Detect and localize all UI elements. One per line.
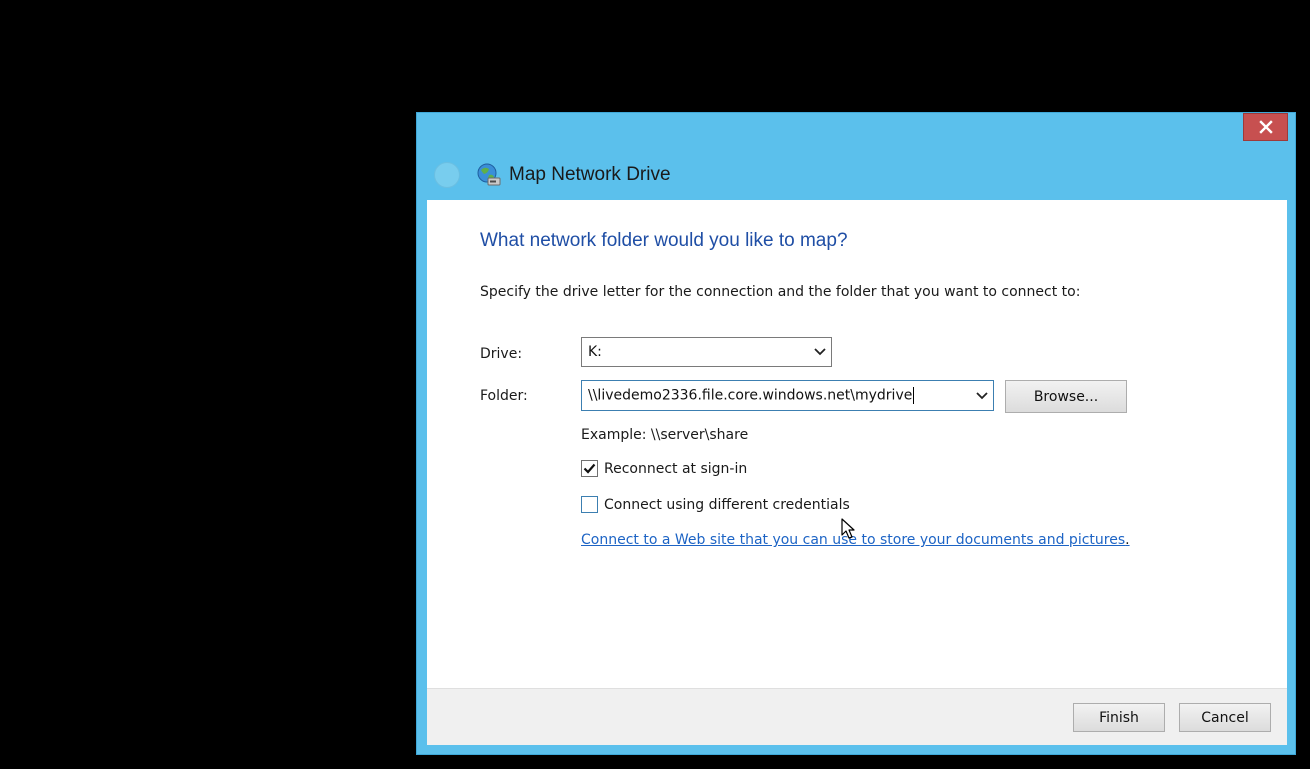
folder-label: Folder: (480, 388, 528, 404)
drive-select-value: K: (588, 344, 602, 360)
drive-label: Drive: (480, 346, 523, 362)
mouse-pointer-icon (841, 518, 855, 539)
browse-button[interactable]: Browse... (1005, 380, 1127, 413)
content-pane: What network folder would you like to ma… (427, 200, 1287, 688)
example-text: Example: \\server\share (581, 427, 749, 443)
text-caret (913, 387, 915, 404)
instruction-text: Specify the drive letter for the connect… (480, 284, 1081, 300)
dialog-title: Map Network Drive (509, 164, 671, 185)
cancel-button[interactable]: Cancel (1179, 703, 1271, 732)
close-button[interactable] (1243, 113, 1288, 141)
chevron-down-icon[interactable] (809, 338, 831, 366)
reconnect-label: Reconnect at sign-in (604, 460, 748, 477)
folder-input-value: \\livedemo2336.file.core.windows.net\myd… (588, 387, 915, 404)
credentials-label: Connect using different credentials (604, 496, 850, 513)
credentials-checkbox[interactable] (581, 496, 598, 513)
network-drive-icon (477, 163, 501, 186)
credentials-checkbox-row[interactable]: Connect using different credentials (581, 496, 850, 513)
map-network-drive-dialog: Map Network Drive What network folder wo… (416, 112, 1296, 755)
chevron-down-icon[interactable] (971, 381, 993, 410)
checkmark-icon (583, 463, 596, 474)
back-button[interactable] (434, 162, 460, 188)
close-icon (1258, 120, 1273, 134)
folder-input[interactable]: \\livedemo2336.file.core.windows.net\myd… (581, 380, 994, 411)
reconnect-checkbox-row[interactable]: Reconnect at sign-in (581, 460, 747, 477)
drive-select[interactable]: K: (581, 337, 832, 367)
page-heading: What network folder would you like to ma… (480, 230, 848, 251)
reconnect-checkbox[interactable] (581, 460, 598, 477)
finish-button[interactable]: Finish (1073, 703, 1165, 732)
dialog-footer: Finish Cancel (427, 688, 1287, 745)
